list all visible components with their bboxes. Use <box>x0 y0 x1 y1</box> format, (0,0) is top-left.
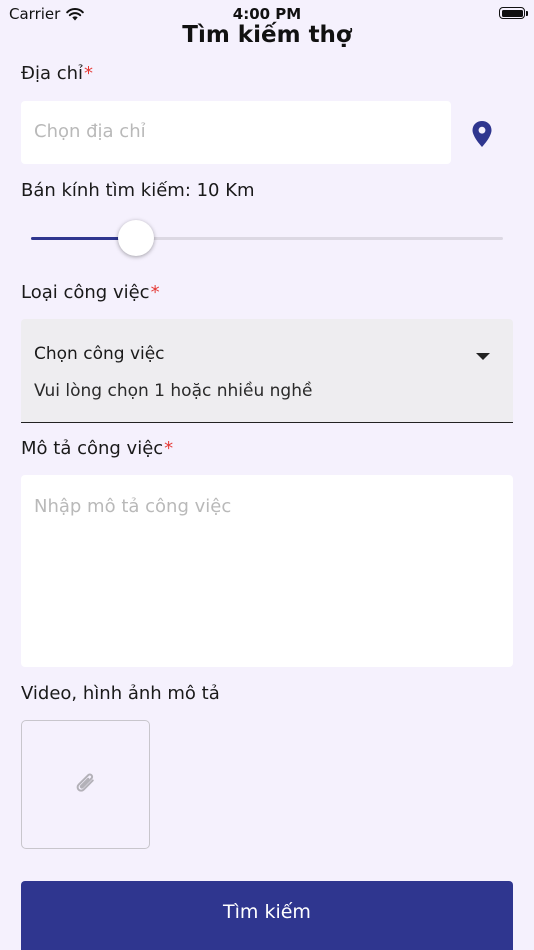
description-placeholder: Nhập mô tả công việc <box>34 496 232 517</box>
required-mark: * <box>84 63 94 84</box>
job-type-dropdown[interactable]: Chọn công việc Vui lòng chọn 1 hoặc nhiề… <box>21 319 513 423</box>
description-textarea[interactable]: Nhập mô tả công việc <box>21 475 513 667</box>
address-input[interactable]: Chọn địa chỉ <box>21 101 451 164</box>
media-label: Video, hình ảnh mô tả <box>21 683 220 704</box>
job-type-label: Loại công việc* <box>21 282 160 303</box>
required-mark: * <box>164 438 174 459</box>
location-pin-button[interactable] <box>470 120 496 148</box>
search-button[interactable]: Tìm kiếm <box>21 881 513 950</box>
job-type-helper: Vui lòng chọn 1 hoặc nhiều nghề <box>34 381 313 401</box>
status-time: 4:00 PM <box>232 5 302 23</box>
address-placeholder: Chọn địa chỉ <box>34 121 146 142</box>
page-title: Tìm kiếm thợ <box>182 22 352 48</box>
job-type-selected: Chọn công việc <box>34 344 165 364</box>
address-label: Địa chỉ* <box>21 63 94 84</box>
description-label: Mô tả công việc* <box>21 438 174 459</box>
radius-label: Bán kính tìm kiếm: 10 Km <box>21 180 255 201</box>
chevron-down-icon <box>476 353 490 360</box>
battery-icon <box>499 7 528 19</box>
location-pin-icon <box>472 121 492 147</box>
media-upload-button[interactable] <box>21 720 150 849</box>
required-mark: * <box>150 282 160 303</box>
radius-slider-thumb[interactable] <box>118 220 154 256</box>
paperclip-icon <box>76 773 94 792</box>
